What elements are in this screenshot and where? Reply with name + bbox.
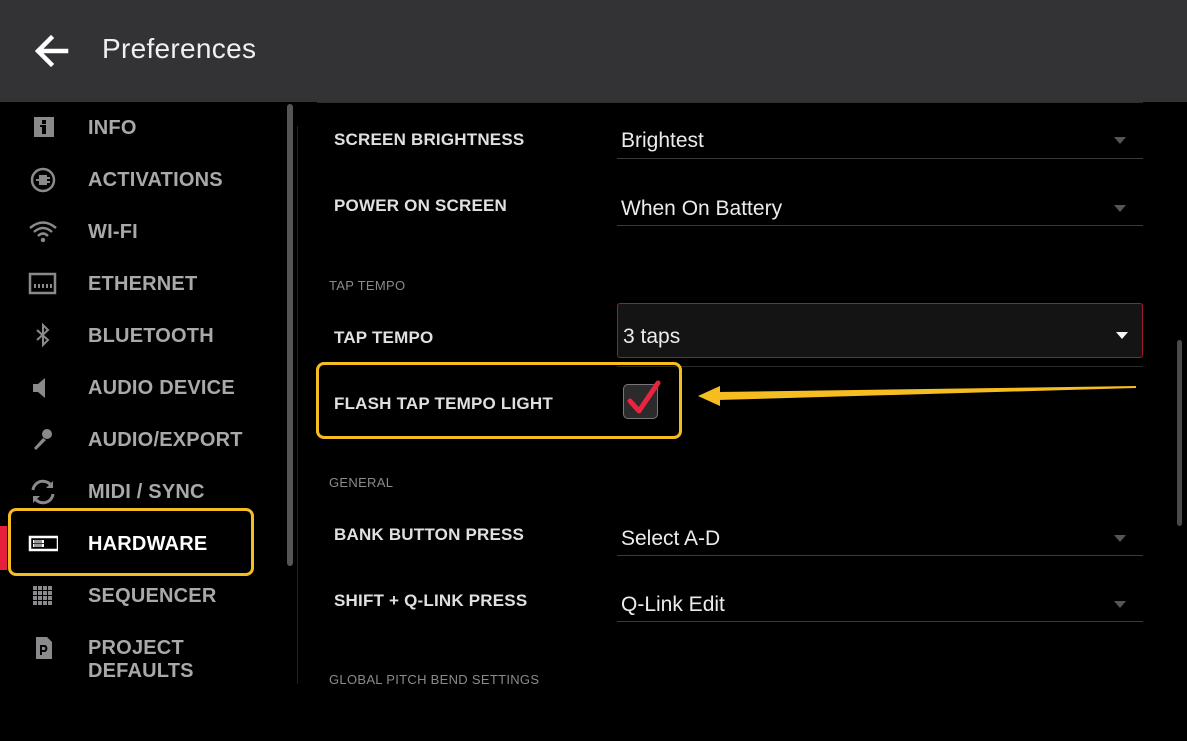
- bank-button-press-dropdown[interactable]: Select A-D: [617, 504, 1143, 556]
- chevron-down-icon: [1114, 601, 1126, 608]
- shift-qlink-press-label: SHIFT + Q-LINK PRESS: [334, 591, 528, 610]
- chevron-down-icon: [1116, 332, 1128, 339]
- sidebar-item-label: WI-FI: [88, 221, 138, 243]
- sidebar-item-sequencer[interactable]: SEQUENCER: [0, 570, 280, 622]
- sidebar-item-label: ETHERNET: [88, 273, 198, 295]
- chevron-down-icon: [1114, 205, 1126, 212]
- sidebar-item-label: INFO: [88, 117, 137, 139]
- sidebar-item-ethernet[interactable]: ETHERNET: [0, 258, 280, 310]
- bank-button-press-label: BANK BUTTON PRESS: [334, 525, 525, 544]
- sidebar-item-audio-device[interactable]: AUDIO DEVICE: [0, 362, 280, 414]
- microphone-icon: [34, 429, 52, 450]
- page-title: Preferences: [102, 33, 257, 64]
- sidebar-item-label: AUDIO DEVICE: [88, 377, 235, 399]
- section-header-tap-tempo: TAP TEMPO: [329, 278, 406, 293]
- flash-tap-tempo-highlight-box: [316, 362, 682, 439]
- tap-tempo-label: TAP TEMPO: [334, 328, 434, 347]
- sidebar: INFO ACTIVATIONS WI-FI ETHERNET BLUETOOT…: [0, 102, 298, 684]
- speaker-icon: [33, 378, 45, 398]
- ethernet-port-icon: [28, 272, 57, 295]
- sidebar-divider: [297, 126, 298, 684]
- bluetooth-icon: [36, 322, 50, 348]
- sync-icon: [31, 479, 55, 505]
- sidebar-item-project-defaults[interactable]: PROJECT DEFAULTS: [0, 622, 280, 682]
- sidebar-item-label: PROJECT DEFAULTS: [88, 637, 194, 682]
- content-scrollbar[interactable]: [1177, 340, 1182, 526]
- sidebar-item-wifi[interactable]: WI-FI: [0, 206, 280, 258]
- sidebar-item-audio-export[interactable]: AUDIO/EXPORT: [0, 414, 280, 466]
- screen-brightness-dropdown[interactable]: Brightest: [617, 107, 1143, 159]
- shift-qlink-press-dropdown[interactable]: Q-Link Edit: [617, 570, 1143, 622]
- sidebar-scrollbar[interactable]: [287, 104, 293, 566]
- dropdown-value: Select A-D: [621, 527, 721, 550]
- annotation-arrow-icon: [698, 386, 1136, 406]
- app-header: Preferences: [0, 0, 1187, 102]
- info-icon: [34, 117, 54, 137]
- back-button[interactable]: [30, 30, 74, 74]
- sidebar-item-label: ACTIVATIONS: [88, 169, 223, 191]
- sidebar-item-label: AUDIO/EXPORT: [88, 429, 243, 451]
- sidebar-item-label: MIDI / SYNC: [88, 481, 205, 503]
- wifi-icon: [29, 221, 57, 243]
- dropdown-value: When On Battery: [621, 197, 783, 220]
- section-header-global-pitch-bend: GLOBAL PITCH BEND SETTINGS: [329, 672, 540, 684]
- hardware-highlight-box: [8, 508, 254, 576]
- chevron-down-icon: [1114, 535, 1126, 542]
- divider: [617, 366, 1143, 367]
- divider: [317, 102, 1143, 103]
- active-indicator: [0, 526, 7, 570]
- tap-tempo-dropdown[interactable]: 3 taps: [617, 303, 1143, 358]
- power-on-screen-label: POWER ON SCREEN: [334, 196, 508, 215]
- sidebar-item-activations[interactable]: ACTIVATIONS: [0, 154, 280, 206]
- arrow-left-icon: [34, 34, 69, 68]
- activation-plug-icon: [30, 167, 56, 193]
- sidebar-item-bluetooth[interactable]: BLUETOOTH: [0, 310, 280, 362]
- dropdown-value: Q-Link Edit: [621, 593, 725, 616]
- sidebar-item-info[interactable]: INFO: [0, 102, 280, 154]
- project-file-icon: [36, 637, 52, 659]
- dropdown-value: 3 taps: [623, 325, 681, 348]
- power-on-screen-dropdown[interactable]: When On Battery: [617, 174, 1143, 226]
- grid-icon: [33, 586, 52, 605]
- chevron-down-icon: [1114, 137, 1126, 144]
- sidebar-item-label: SEQUENCER: [88, 585, 217, 607]
- dropdown-value: Brightest: [621, 129, 704, 152]
- screen-brightness-label: SCREEN BRIGHTNESS: [334, 130, 525, 149]
- section-header-general: GENERAL: [329, 475, 394, 490]
- sidebar-item-label: BLUETOOTH: [88, 325, 214, 347]
